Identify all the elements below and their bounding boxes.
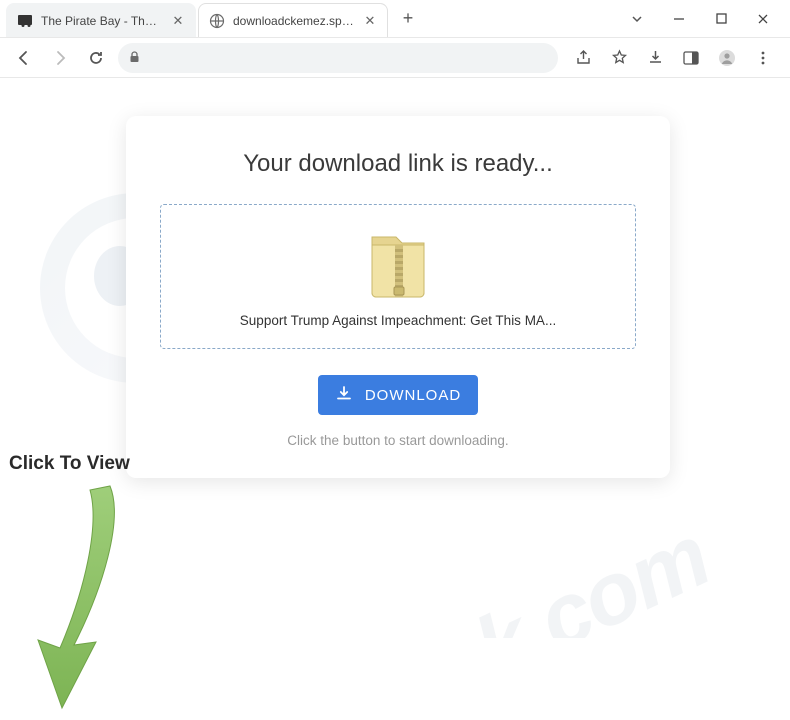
chevron-down-icon[interactable] xyxy=(624,6,650,32)
arrow-down-icon xyxy=(32,480,137,715)
zip-folder-icon xyxy=(368,227,428,299)
tab-pirate-bay[interactable]: The Pirate Bay - The galaxy's mo... ✕ xyxy=(6,3,196,37)
page-content: isk.com PC Your download link is ready..… xyxy=(0,78,790,699)
file-box: Support Trump Against Impeachment: Get T… xyxy=(160,204,636,349)
close-icon[interactable]: ✕ xyxy=(171,14,185,28)
back-button[interactable] xyxy=(10,44,38,72)
lock-icon xyxy=(128,50,141,66)
sidepanel-icon[interactable] xyxy=(680,47,702,69)
reload-button[interactable] xyxy=(82,44,110,72)
tab-strip: The Pirate Bay - The galaxy's mo... ✕ do… xyxy=(0,0,610,37)
menu-icon[interactable] xyxy=(752,47,774,69)
share-icon[interactable] xyxy=(572,47,594,69)
click-to-view-label: Click To View xyxy=(9,453,130,475)
download-icon[interactable] xyxy=(644,47,666,69)
forward-button[interactable] xyxy=(46,44,74,72)
favicon-pirate xyxy=(17,13,33,29)
tab-download-page[interactable]: downloadckemez.space/9/?7fk8... ✕ xyxy=(198,3,388,37)
window-controls xyxy=(610,0,790,37)
tab-label: downloadckemez.space/9/?7fk8... xyxy=(233,14,355,28)
close-window-button[interactable] xyxy=(750,6,776,32)
download-hint: Click the button to start downloading. xyxy=(160,433,636,448)
new-tab-button[interactable]: + xyxy=(394,5,422,33)
download-button-label: DOWNLOAD xyxy=(365,387,461,404)
download-arrow-icon xyxy=(335,384,353,406)
tab-label: The Pirate Bay - The galaxy's mo... xyxy=(41,14,163,28)
maximize-button[interactable] xyxy=(708,6,734,32)
toolbar-actions xyxy=(566,47,780,69)
file-name: Support Trump Against Impeachment: Get T… xyxy=(181,313,615,328)
browser-toolbar xyxy=(0,38,790,78)
profile-icon[interactable] xyxy=(716,47,738,69)
minimize-button[interactable] xyxy=(666,6,692,32)
close-icon[interactable]: ✕ xyxy=(363,14,377,28)
page-title: Your download link is ready... xyxy=(160,150,636,178)
download-button[interactable]: DOWNLOAD xyxy=(318,375,478,415)
svg-text:isk.com: isk.com xyxy=(397,505,723,638)
star-icon[interactable] xyxy=(608,47,630,69)
download-card: Your download link is ready... Support xyxy=(126,116,670,478)
browser-titlebar: The Pirate Bay - The galaxy's mo... ✕ do… xyxy=(0,0,790,38)
address-bar[interactable] xyxy=(118,43,558,73)
favicon-globe xyxy=(209,13,225,29)
